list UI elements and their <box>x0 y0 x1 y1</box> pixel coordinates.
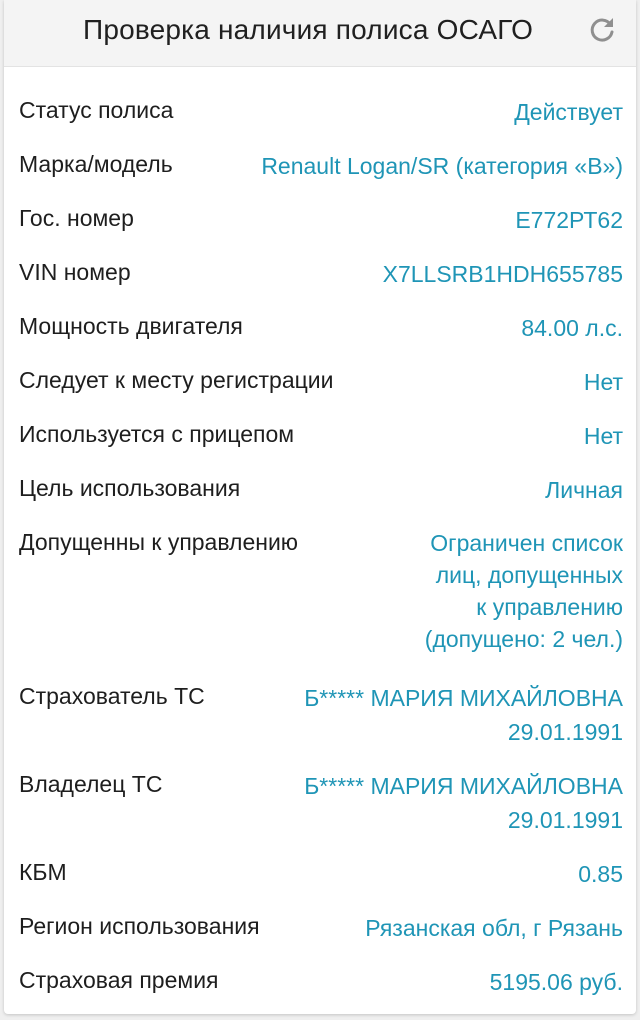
row-premium: Страховая премия 5195.06 руб. <box>19 965 623 999</box>
row-value: X7LLSRB1HDH655785 <box>382 261 623 287</box>
row-label: Владелец ТС <box>19 771 163 797</box>
card-header: Проверка наличия полиса ОСАГО <box>4 0 636 67</box>
row-label: Следует к месту регистрации <box>19 367 334 393</box>
row-value: 5195.06 руб. <box>489 969 623 995</box>
row-plate-number: Гос. номер Е772РТ62 <box>19 203 623 237</box>
row-value: Б***** МАРИЯ МИХАЙЛОВНА 29.01.1991 <box>304 773 623 833</box>
row-purpose: Цель использования Личная <box>19 473 623 507</box>
row-value: Ограничен список лиц, допущенных к управ… <box>424 530 623 652</box>
row-label: Регион использования <box>19 913 260 939</box>
row-label: Допущенны к управлению <box>19 529 299 555</box>
row-value: 0.85 <box>578 861 623 887</box>
row-label: Страхователь ТС <box>19 683 205 709</box>
row-make-model: Марка/модель Renault Logan/SR (категория… <box>19 149 623 183</box>
row-label: Марка/модель <box>19 151 173 177</box>
row-value: Личная <box>545 477 623 503</box>
row-value: 84.00 л.с. <box>521 315 623 341</box>
row-label: КБМ <box>19 859 67 885</box>
row-label: Страховая премия <box>19 967 219 993</box>
osago-card: Проверка наличия полиса ОСАГО Статус пол… <box>4 0 636 1014</box>
row-value: Б***** МАРИЯ МИХАЙЛОВНА 29.01.1991 <box>304 685 623 745</box>
row-value: Нет <box>583 423 623 449</box>
row-owner: Владелец ТС Б***** МАРИЯ МИХАЙЛОВНА 29.0… <box>19 769 623 837</box>
row-policyholder: Страхователь ТС Б***** МАРИЯ МИХАЙЛОВНА … <box>19 681 623 749</box>
row-label: Статус полиса <box>19 97 174 123</box>
row-kbm: КБМ 0.85 <box>19 857 623 891</box>
row-trailer: Используется с прицепом Нет <box>19 419 623 453</box>
row-region: Регион использования Рязанская обл, г Ря… <box>19 911 623 945</box>
row-label: Гос. номер <box>19 205 134 231</box>
row-label: Цель использования <box>19 475 241 501</box>
row-label: VIN номер <box>19 259 131 285</box>
row-label: Мощность двигателя <box>19 313 243 339</box>
row-value: Нет <box>583 369 623 395</box>
refresh-icon[interactable] <box>586 14 618 46</box>
row-engine-power: Мощность двигателя 84.00 л.с. <box>19 311 623 345</box>
row-label: Используется с прицепом <box>19 421 295 447</box>
page-title: Проверка наличия полиса ОСАГО <box>83 14 534 45</box>
row-value: Е772РТ62 <box>515 207 623 233</box>
row-to-registration: Следует к месту регистрации Нет <box>19 365 623 399</box>
row-vin: VIN номер X7LLSRB1HDH655785 <box>19 257 623 291</box>
row-value: Renault Logan/SR (категория «В») <box>261 153 623 179</box>
row-drivers: Допущенны к управлению Ограничен список … <box>19 527 623 655</box>
row-value: Рязанская обл, г Рязань <box>365 915 623 941</box>
row-value: Действует <box>514 99 623 125</box>
row-policy-status: Статус полиса Действует <box>19 95 623 129</box>
